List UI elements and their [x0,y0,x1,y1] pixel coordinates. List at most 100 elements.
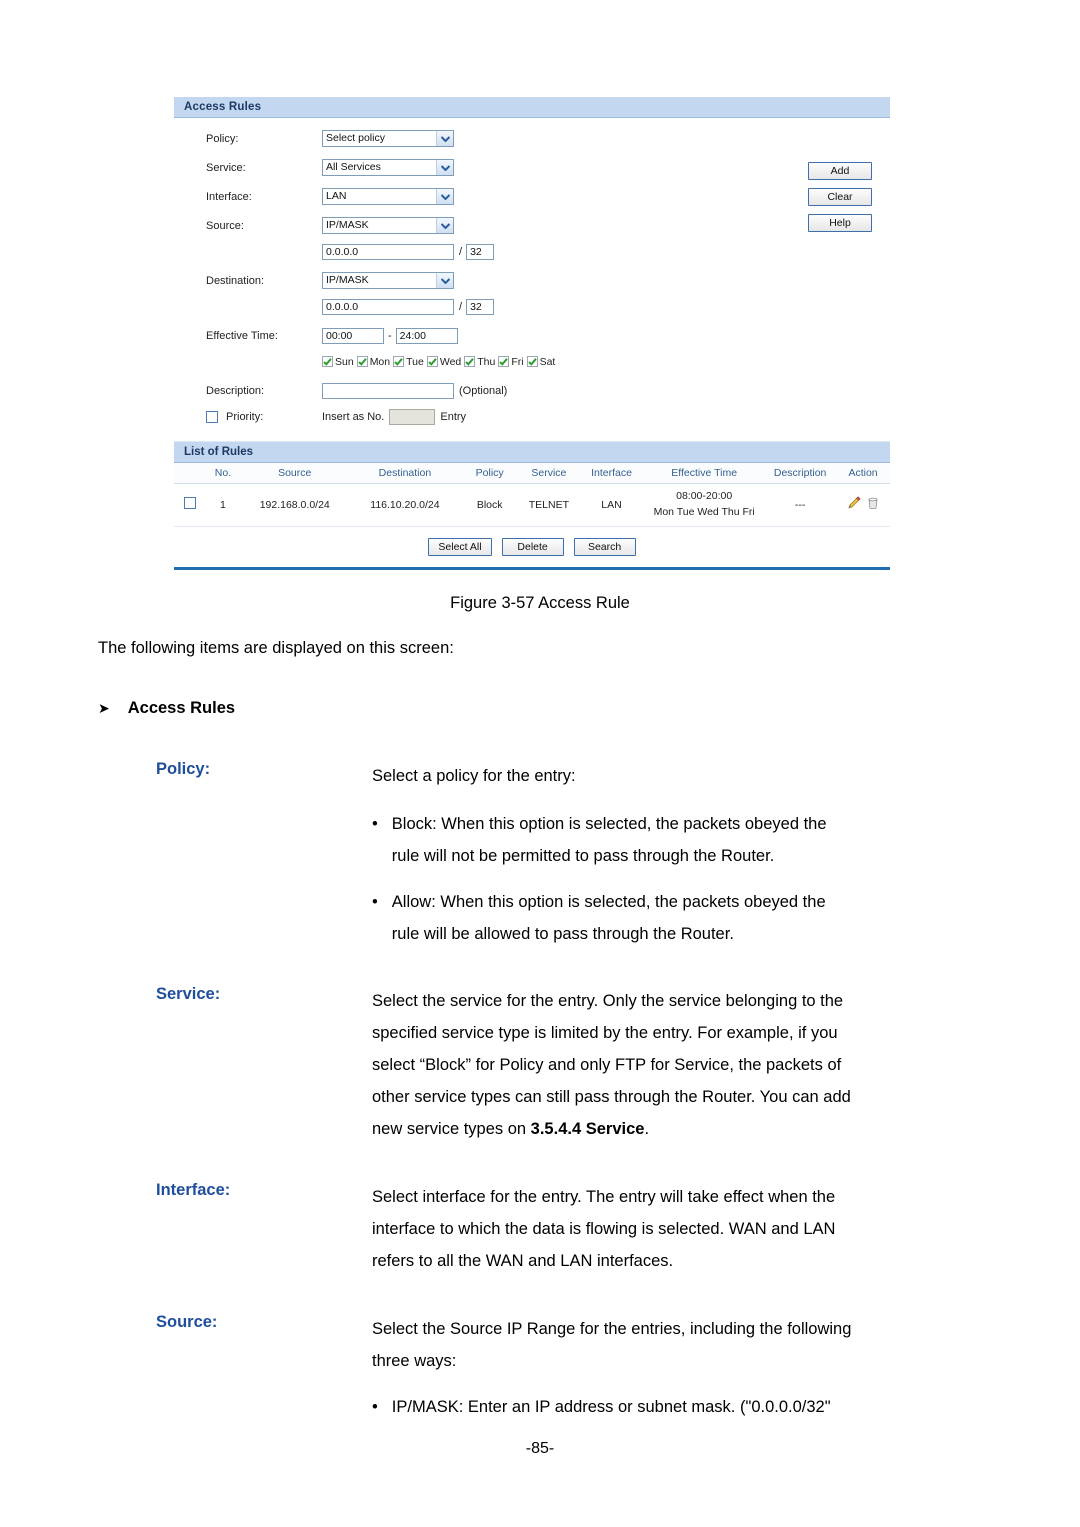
day-thu-label: Thu [477,355,496,368]
edit-icon[interactable] [847,496,861,513]
check-icon [464,356,476,367]
select-all-button[interactable]: Select All [428,537,492,556]
row-description: --- [764,483,837,527]
rules-table: No. Source Destination Policy Service In… [174,463,890,527]
col-policy[interactable]: Policy [460,463,519,484]
policy-select-value: Select policy [326,132,385,144]
chevron-down-icon [436,131,453,146]
bullet-text: IP/MASK: Enter an IP address or subnet m… [391,1398,831,1416]
col-effective-time[interactable]: Effective Time [644,463,765,484]
time-separator: - [388,329,392,342]
col-service[interactable]: Service [518,463,579,484]
row-effective-time-range: 08:00-20:00 [676,490,733,502]
check-icon [322,356,333,367]
term-service-label: Service: [156,985,221,1003]
bullet-dot-icon: • [372,815,378,833]
day-sun[interactable]: Sun [322,356,354,368]
row-policy: Block [460,483,519,527]
effective-time-label: Effective Time: [206,329,278,342]
day-mon[interactable]: Mon [356,355,391,368]
row-effective-time: 08:00-20:00 Mon Tue Wed Thu Fri [644,483,765,527]
day-wed[interactable]: Wed [426,356,461,368]
service-select[interactable]: All Services [322,159,454,176]
term-policy-bullets: • Block: When this option is selected, t… [372,808,932,964]
form-action-buttons: Add Clear Help [808,162,872,232]
interface-row: Interface: LAN [174,186,890,207]
description-input[interactable] [322,382,454,399]
add-button[interactable]: Add [808,162,872,180]
delete-icon[interactable] [866,496,880,513]
list-action-buttons: Select All Delete Search [174,526,890,565]
day-fri[interactable]: Fri [498,356,524,368]
source-mask-input[interactable]: 32 [466,243,495,260]
day-tue-label: Tue [406,355,424,368]
access-rules-panel-title: Access Rules [174,97,890,118]
source-ip-input[interactable]: 0.0.0.0 [322,243,454,260]
row-interface: LAN [578,483,645,527]
clear-button[interactable]: Clear [808,188,872,206]
help-button[interactable]: Help [808,214,872,232]
figure-divider [174,567,890,570]
search-button[interactable]: Search [573,537,636,556]
priority-label-group: Priority: [174,410,322,423]
time-end-input[interactable]: 24:00 [395,327,458,344]
source-slash: / [459,245,463,258]
destination-slash: / [459,300,463,313]
source-type-value: IP/MASK [326,219,369,231]
priority-prefix: Insert as No. [322,410,385,423]
service-select-value: All Services [326,161,381,173]
destination-ip-input[interactable]: 0.0.0.0 [322,298,454,315]
term-service-text: Select the service for the entry. Only t… [372,985,932,1145]
col-destination[interactable]: Destination [349,463,461,484]
day-thu[interactable]: Thu [464,356,495,368]
destination-row: Destination: IP/MASK [174,270,890,291]
description-label: Description: [206,384,265,397]
access-rule-screenshot: Access Rules Add Clear Help Policy: Sele… [174,97,890,565]
day-sat[interactable]: Sat [526,355,556,368]
col-description[interactable]: Description [764,463,837,484]
priority-number-input[interactable] [389,408,436,425]
policy-row: Policy: Select policy [174,128,890,149]
destination-type-select[interactable]: IP/MASK [322,272,454,289]
bullet-text: Allow: When this option is selected, the… [391,893,826,943]
policy-label: Policy: [206,132,239,145]
destination-mask-input[interactable]: 32 [466,298,495,315]
section-heading-label: Access Rules [127,699,236,717]
list-of-rules-title: List of Rules [174,442,890,463]
col-source[interactable]: Source [240,463,350,484]
interface-select[interactable]: LAN [322,188,454,205]
day-tue[interactable]: Tue [393,356,424,368]
col-no[interactable]: No. [205,463,241,484]
section-heading: ➤ Access Rules [98,699,235,718]
term-interface-label: Interface: [156,1181,231,1199]
priority-suffix: Entry [440,410,467,423]
chevron-down-icon [436,218,453,233]
access-rules-form: Add Clear Help Policy: Select policy Ser… [174,118,890,442]
row-service: TELNET [518,483,579,527]
col-interface[interactable]: Interface [578,463,645,484]
source-type-select[interactable]: IP/MASK [322,217,454,234]
day-sat-label: Sat [539,355,556,368]
delete-button[interactable]: Delete [501,537,564,556]
interface-label: Interface: [206,190,252,203]
day-checkbox-row: Sun Mon Tue Wed Thu Fri Sat [174,351,890,372]
policy-select[interactable]: Select policy [322,130,454,147]
term-service-last-line: new service types on 3.5.4.4 Service. [372,1120,650,1138]
priority-row: Priority: Insert as No. Entry [174,406,890,427]
service-row: Service: All Services [174,157,890,178]
row-destination: 116.10.20.0/24 [349,483,461,527]
priority-checkbox[interactable] [206,410,218,423]
list-item: • Block: When this option is selected, t… [372,808,932,872]
interface-select-value: LAN [326,190,347,202]
row-effective-days: Mon Tue Wed Thu Fri [653,505,755,518]
day-sun-label: Sun [335,355,354,368]
check-icon [498,356,510,367]
intro-paragraph: The following items are displayed on thi… [98,639,454,657]
day-mon-label: Mon [369,355,391,368]
row-select-cell [174,483,206,527]
check-icon [393,356,405,367]
time-start-input[interactable]: 00:00 [322,327,384,344]
destination-ip-row: 0.0.0.0 / 32 [174,296,890,317]
table-header-row: No. Source Destination Policy Service In… [174,463,890,484]
row-checkbox[interactable] [183,497,196,510]
